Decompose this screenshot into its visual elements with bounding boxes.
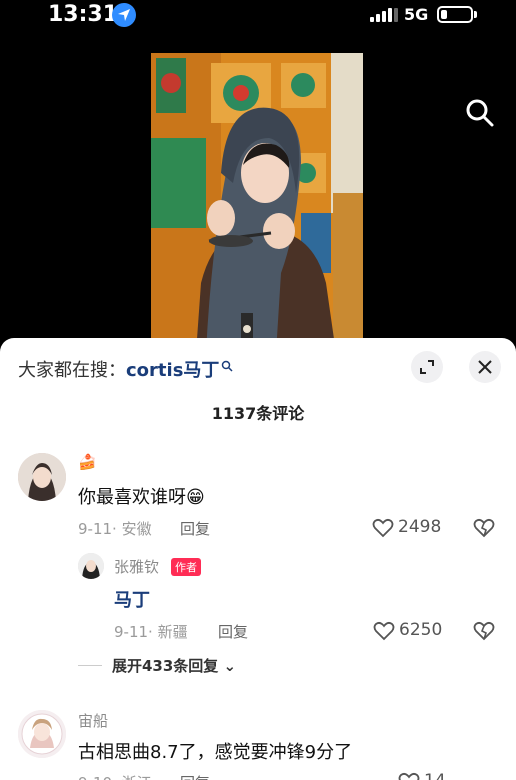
avatar[interactable] xyxy=(18,453,66,501)
avatar[interactable] xyxy=(78,553,104,579)
like-icon[interactable] xyxy=(372,518,394,538)
reply-button[interactable]: 回复 xyxy=(218,621,248,642)
expand-button[interactable] xyxy=(411,351,443,383)
cellular-signal-icon xyxy=(370,8,398,22)
like-count: 2498 xyxy=(398,517,442,537)
comment-text[interactable]: 马丁 xyxy=(114,586,150,612)
search-icon xyxy=(221,356,233,372)
comment-date-location: 9-11· 新疆 xyxy=(114,623,188,641)
expand-replies-button[interactable]: 展开433条回复 ⌄ xyxy=(112,655,236,676)
like-icon[interactable] xyxy=(398,772,420,780)
comment-text[interactable]: 你最喜欢谁呀😁 xyxy=(78,483,205,509)
search-icon[interactable] xyxy=(465,98,495,128)
network-type: 5G xyxy=(404,5,429,24)
comment-date-location: 9-11· 安徽 xyxy=(78,520,152,538)
battery-icon xyxy=(437,6,473,23)
comment-date-location: 9-10· 浙江 xyxy=(78,772,152,780)
comment-username[interactable]: 张雅钦 xyxy=(114,556,159,577)
trending-search-bar[interactable]: 大家都在搜：cortis马丁 xyxy=(18,356,233,382)
comment-username[interactable]: 🍰 xyxy=(78,453,97,471)
trending-search-keyword[interactable]: cortis马丁 xyxy=(126,360,219,381)
comment-text[interactable]: 古相思曲8.7了，感觉要冲锋9分了 xyxy=(78,738,352,764)
reply-button[interactable]: 回复 xyxy=(180,518,210,539)
like-icon[interactable] xyxy=(373,621,395,641)
divider xyxy=(78,665,102,666)
author-badge: 作者 xyxy=(171,558,201,576)
location-arrow-icon xyxy=(112,3,136,27)
chevron-down-icon: ⌄ xyxy=(223,657,237,675)
comment-username[interactable]: 宙船 xyxy=(78,710,108,731)
video-player[interactable] xyxy=(0,32,516,353)
status-bar: 13:31 5G xyxy=(0,0,516,32)
video-frame[interactable] xyxy=(151,53,363,353)
like-count: 6250 xyxy=(399,620,443,640)
dislike-icon[interactable] xyxy=(473,518,495,538)
comments-sheet: 大家都在搜：cortis马丁 1137条评论 🍰 你最喜欢谁呀😁 9-11· 安… xyxy=(0,338,516,780)
close-button[interactable] xyxy=(469,351,501,383)
expand-replies-label: 展开433条回复 xyxy=(112,657,219,675)
like-count: 14 xyxy=(424,771,446,780)
avatar[interactable] xyxy=(18,710,66,758)
dislike-icon[interactable] xyxy=(473,621,495,641)
status-time: 13:31 xyxy=(48,2,119,27)
trending-search-prefix: 大家都在搜： xyxy=(18,360,126,381)
comment-count: 1137条评论 xyxy=(211,404,305,423)
reply-button[interactable]: 回复 xyxy=(180,772,210,780)
